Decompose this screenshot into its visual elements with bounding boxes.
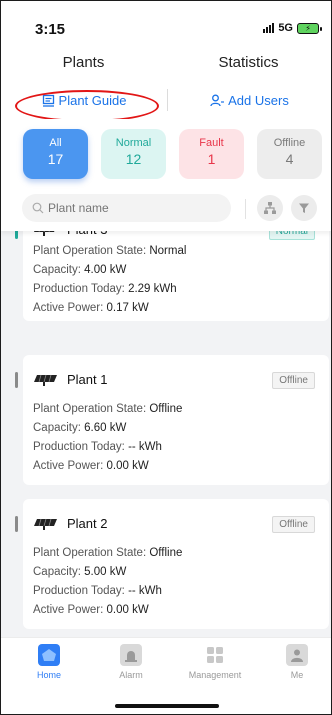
search-input[interactable] — [48, 201, 208, 215]
search-row — [1, 191, 331, 231]
status-filters: All 17 Normal 12 Fault 1 Offline 4 — [1, 119, 331, 191]
filter-button[interactable] — [291, 195, 317, 221]
filter-label: All — [49, 137, 62, 149]
status-bar: 3:15 5G ⚡ — [1, 1, 331, 45]
clock: 3:15 — [35, 21, 66, 38]
active-power: Active Power: 0.17 kW — [33, 302, 149, 314]
hierarchy-button[interactable] — [257, 195, 283, 221]
charging-icon: ⚡ — [305, 23, 311, 33]
operation-state: Plant Operation State: Offline — [33, 403, 183, 415]
signal-icon — [263, 23, 275, 33]
home-icon — [38, 644, 60, 666]
network-type: 5G — [278, 22, 293, 34]
operation-state: Plant Operation State: Offline — [33, 547, 183, 559]
alarm-icon — [120, 644, 142, 666]
active-power: Active Power: 0.00 kW — [33, 604, 149, 616]
capacity: Capacity: 4.00 kW — [33, 264, 127, 276]
add-users-label: Add Users — [228, 92, 289, 108]
plant-guide-button[interactable]: Plant Guide — [1, 89, 167, 122]
production-today: Production Today: -- kWh — [33, 441, 162, 453]
add-user-icon — [210, 94, 225, 106]
filter-offline[interactable]: Offline 4 — [257, 129, 322, 179]
plant-card[interactable]: Plant 1 Offline Plant Operation State: O… — [15, 355, 329, 485]
plant-header: Plant 2 — [33, 516, 107, 531]
tab-statistics[interactable]: Statistics — [166, 45, 331, 81]
solar-panel-icon — [34, 518, 57, 530]
filter-label: Offline — [273, 137, 306, 149]
search-icon — [32, 202, 44, 214]
home-indicator — [115, 704, 219, 708]
filter-count: 12 — [125, 151, 142, 167]
battery-icon: ⚡ — [297, 22, 322, 34]
solar-panel-icon — [34, 374, 57, 386]
nav-management[interactable]: Management — [185, 644, 245, 680]
plant-name: Plant 2 — [67, 516, 108, 531]
tab-plants[interactable]: Plants — [1, 45, 166, 81]
app-screen: 3:15 5G ⚡ Plants Statistics Plant Guide — [0, 0, 332, 715]
filter-count: 1 — [207, 151, 216, 167]
operation-state: Plant Operation State: Normal — [33, 245, 187, 257]
user-icon — [286, 644, 308, 666]
filter-count: 17 — [47, 151, 64, 167]
filter-count: 4 — [285, 151, 294, 167]
nav-label: Alarm — [119, 670, 143, 680]
plant-header: Plant 1 — [33, 372, 107, 387]
nav-label: Me — [290, 670, 304, 680]
add-users-button[interactable]: Add Users — [168, 93, 331, 108]
production-today: Production Today: -- kWh — [33, 585, 162, 597]
nav-alarm[interactable]: Alarm — [101, 644, 161, 680]
filter-label: Normal — [115, 137, 152, 149]
filter-label: Fault — [199, 137, 224, 149]
action-row: Plant Guide Add Users — [1, 81, 331, 122]
nav-me[interactable]: Me — [267, 644, 327, 680]
status-badge: Offline — [272, 516, 315, 533]
status-stripe — [15, 516, 18, 532]
annotation-circle — [15, 89, 159, 122]
network-indicator: 5G ⚡ — [263, 22, 322, 34]
active-power: Active Power: 0.00 kW — [33, 460, 149, 472]
production-today: Production Today: 2.29 kWh — [33, 283, 177, 295]
plant-list: Plant 3 Normal Plant Operation State: No… — [1, 217, 331, 637]
hierarchy-icon — [264, 202, 276, 214]
plant-card[interactable]: Plant 3 Normal Plant Operation State: No… — [15, 217, 329, 321]
filter-normal[interactable]: Normal 12 — [101, 129, 166, 179]
search-box — [22, 194, 231, 222]
nav-label: Management — [188, 670, 242, 680]
status-badge: Offline — [272, 372, 315, 389]
filter-all[interactable]: All 17 — [23, 129, 88, 179]
nav-label: Home — [36, 670, 61, 680]
filter-icon — [299, 203, 309, 213]
capacity: Capacity: 6.60 kW — [33, 422, 127, 434]
divider — [245, 199, 246, 219]
status-stripe — [15, 372, 18, 388]
top-tabs: Plants Statistics — [1, 45, 331, 81]
plant-card[interactable]: Plant 2 Offline Plant Operation State: O… — [15, 499, 329, 629]
plant-name: Plant 1 — [67, 372, 108, 387]
filter-fault[interactable]: Fault 1 — [179, 129, 244, 179]
capacity: Capacity: 5.00 kW — [33, 566, 127, 578]
grid-icon — [204, 644, 226, 666]
nav-home[interactable]: Home — [19, 644, 79, 680]
